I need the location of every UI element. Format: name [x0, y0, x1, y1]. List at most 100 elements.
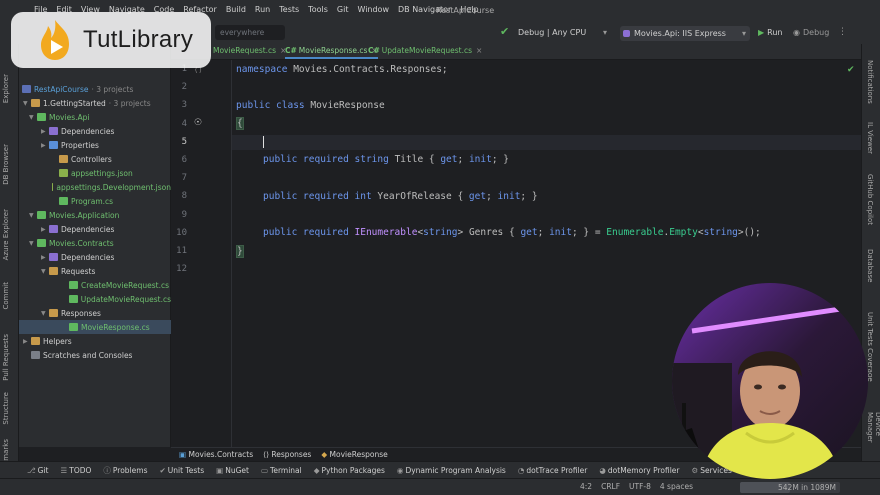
tree-item[interactable]: ▶ Properties [19, 138, 171, 152]
indent-setting[interactable]: 4 spaces [660, 482, 693, 491]
bottom-tool-button[interactable]: ⓘ Problems [103, 465, 147, 476]
tree-item[interactable]: UpdateMovieRequest.cs [19, 292, 171, 306]
keyword: namespace [236, 64, 288, 75]
tree-item[interactable]: ▼ Movies.Api [19, 110, 171, 124]
line-number: 8 [181, 191, 187, 202]
menu-item[interactable]: Git [337, 5, 349, 14]
menu-item[interactable]: Window [357, 5, 389, 14]
tree-item[interactable]: Scratches and Consoles [19, 348, 171, 362]
tree-item[interactable]: MovieResponse.cs [19, 320, 171, 334]
chevron-right-icon[interactable]: ▶ [41, 142, 49, 149]
bottom-tool-button[interactable]: ⎇ Git [27, 466, 49, 475]
tab-azure-explorer[interactable]: Azure Explorer [2, 209, 10, 260]
tool-label: NuGet [225, 465, 249, 475]
type-name: IEnumerable [348, 227, 418, 238]
search-everywhere-field[interactable]: everywhere [215, 25, 285, 40]
more-actions-icon[interactable]: ⋮ [838, 27, 853, 37]
lightbulb-icon[interactable]: ☉ [194, 118, 202, 128]
tab-database[interactable]: Database [866, 249, 874, 282]
tree-folder[interactable]: ▼ 1.GettingStarted · 3 projects [19, 96, 171, 110]
tab-updatemovierequest[interactable]: C# UpdateMovieRequest.cs × [368, 46, 482, 55]
keyword: public required [263, 227, 349, 238]
menu-item[interactable]: Tests [279, 5, 299, 14]
bottom-tool-button[interactable]: ✔ Unit Tests [159, 466, 204, 475]
debug-button[interactable]: ◉ Debug [793, 28, 829, 37]
chevron-down-icon[interactable]: ▼ [29, 212, 37, 219]
tree-item[interactable]: ▶ Dependencies [19, 250, 171, 264]
run-button[interactable]: ▶ Run [758, 28, 783, 37]
tree-item[interactable]: appsettings.Development.json [19, 180, 171, 194]
braces-icon: ⟨⟩ [263, 450, 270, 459]
tree-item[interactable]: Controllers [19, 152, 171, 166]
node-icon [49, 253, 58, 261]
memory-indicator[interactable]: 542M in 1089M [740, 482, 840, 493]
tool-label: Dynamic Program Analysis [405, 465, 506, 475]
tab-movieresponse[interactable]: C# MovieResponse.cs × [285, 46, 378, 59]
menu-item[interactable]: Tools [308, 5, 328, 14]
tab-pull-requests[interactable]: Pull Requests [2, 334, 10, 381]
tab-explorer[interactable]: Explorer [2, 74, 10, 103]
chevron-right-icon[interactable]: ▶ [41, 254, 49, 261]
run-config-selector[interactable]: Movies.Api: IIS Express ▾ [620, 26, 750, 41]
file-encoding[interactable]: UTF-8 [629, 482, 651, 491]
build-config-selector[interactable]: Debug | Any CPU [518, 28, 586, 37]
bottom-tool-button[interactable]: ◆ Python Packages [314, 466, 385, 475]
bottom-tool-button[interactable]: ▣ NuGet [216, 466, 249, 475]
breadcrumb-item[interactable]: ⟨⟩ Responses [263, 450, 311, 459]
chevron-down-icon[interactable]: ▾ [603, 28, 607, 37]
chevron-down-icon[interactable]: ▼ [41, 310, 49, 317]
breadcrumb-item[interactable]: ▣ Movies.Contracts [179, 450, 253, 459]
tree-item[interactable]: ▶ Dependencies [19, 222, 171, 236]
tab-notifications[interactable]: Notifications [866, 60, 874, 104]
bottom-tool-button[interactable]: ◕ dotMemory Profiler [599, 466, 679, 475]
tab-movierequest[interactable]: MovieRequest.cs × [213, 46, 286, 55]
node-icon [52, 183, 54, 191]
tree-item[interactable]: ▼ Movies.Application [19, 208, 171, 222]
no-problems-check-icon[interactable]: ✔ [847, 65, 855, 75]
tree-item[interactable]: ▶ Helpers [19, 334, 171, 348]
chevron-right-icon[interactable]: ▶ [41, 128, 49, 135]
breadcrumb-item[interactable]: ◆ MovieResponse [321, 450, 387, 459]
run-label: Run [767, 28, 783, 37]
code-text: ; [537, 227, 550, 238]
tab-github-copilot[interactable]: GitHub Copilot [866, 174, 874, 225]
chevron-down-icon: ▼ [23, 99, 28, 107]
tree-item[interactable]: ▼ Movies.Contracts [19, 236, 171, 250]
tab-structure[interactable]: Structure [2, 392, 10, 425]
bottom-tool-button[interactable]: ☰ TODO [61, 466, 92, 475]
chevron-down-icon[interactable]: ▼ [29, 240, 37, 247]
code-text: Title { [388, 154, 441, 165]
tab-commit[interactable]: Commit [2, 282, 10, 310]
bottom-tool-button[interactable]: ▭ Terminal [261, 466, 302, 475]
namespace-icon: ▣ [179, 450, 187, 459]
tree-item[interactable]: ▼ Requests [19, 264, 171, 278]
chevron-right-icon[interactable]: ▶ [23, 338, 31, 345]
caret-position[interactable]: 4:2 [580, 482, 592, 491]
tab-device-manager[interactable]: Device Manager [866, 412, 880, 461]
tree-item[interactable]: CreateMovieRequest.cs [19, 278, 171, 292]
menu-item[interactable]: Run [255, 5, 270, 14]
bottom-tool-button[interactable]: ◔ dotTrace Profiler [518, 466, 588, 475]
menu-item[interactable]: Build [226, 5, 246, 14]
build-hammer-icon[interactable]: ✔ [500, 25, 509, 38]
tree-solution[interactable]: RestApiCourse · 3 projects [19, 82, 171, 96]
chevron-down-icon[interactable]: ▼ [29, 114, 37, 121]
code-text: ; [486, 191, 498, 202]
tree-item[interactable]: ▶ Dependencies [19, 124, 171, 138]
bottom-tool-button[interactable]: ◉ Dynamic Program Analysis [397, 466, 506, 475]
tool-label: Unit Tests [167, 465, 205, 475]
tab-il-viewer[interactable]: IL Viewer [866, 122, 874, 154]
close-icon[interactable]: × [476, 46, 482, 55]
chevron-right-icon[interactable]: ▶ [41, 226, 49, 233]
tool-label: Problems [112, 465, 148, 475]
line-ending[interactable]: CRLF [601, 482, 620, 491]
current-line-highlight [232, 135, 861, 150]
tree-item[interactable]: appsettings.json [19, 166, 171, 180]
tree-item[interactable]: Program.cs [19, 194, 171, 208]
tab-db-browser[interactable]: DB Browser [2, 144, 10, 185]
tree-label: appsettings.Development.json [56, 182, 171, 192]
chevron-down-icon[interactable]: ▼ [41, 268, 49, 275]
tree-item[interactable]: ▼ Responses [19, 306, 171, 320]
solution-icon [22, 85, 31, 93]
tree-label: Movies.Api [49, 112, 90, 122]
